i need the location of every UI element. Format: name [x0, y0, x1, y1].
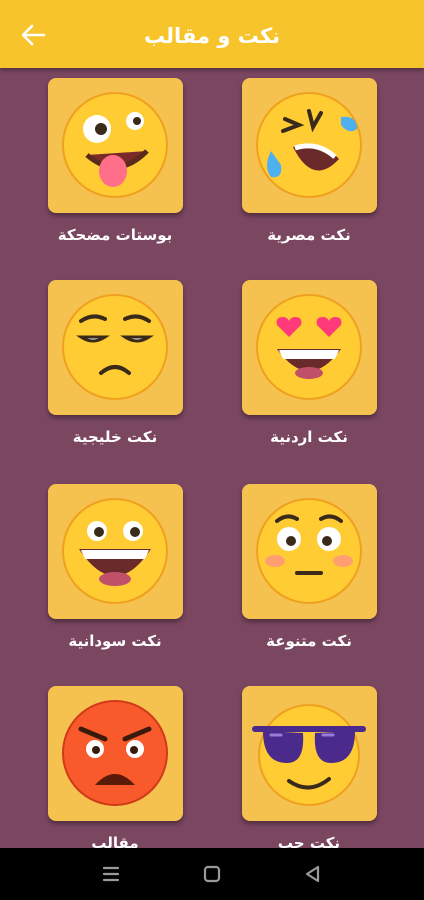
angry-face-icon: [62, 700, 168, 806]
category-card-gulf-jokes[interactable]: [48, 280, 183, 415]
category-card-jordanian-jokes[interactable]: [242, 280, 377, 415]
recent-apps-button[interactable]: [96, 860, 126, 888]
category-card-love-jokes[interactable]: [242, 686, 377, 821]
sunglasses-face-icon: [252, 704, 366, 806]
zany-face-icon: [62, 92, 168, 198]
flushed-face-icon: [256, 498, 362, 604]
app-bar: نكت و مقالب: [0, 0, 424, 68]
unamused-face-icon: [62, 294, 168, 400]
menu-lines-icon: [102, 866, 120, 882]
category-label[interactable]: مقالب: [25, 834, 205, 848]
page-title: نكت و مقالب: [143, 24, 281, 48]
square-home-icon: [203, 865, 221, 883]
category-label[interactable]: بوستات مضحكة: [25, 226, 205, 244]
category-label[interactable]: نكت اردنية: [219, 428, 399, 446]
home-button[interactable]: [197, 860, 227, 888]
category-grid: بوستات مضحكة نكت مصرية نكت خليجية نكت ار…: [0, 68, 424, 848]
category-label[interactable]: نكت خليجية: [25, 428, 205, 446]
heart-eyes-face-icon: [256, 294, 362, 400]
category-card-funny-posts[interactable]: [48, 78, 183, 213]
rolling-laughing-face-icon: [256, 92, 362, 198]
category-card-various-jokes[interactable]: [242, 484, 377, 619]
category-card-sudanese-jokes[interactable]: [48, 484, 183, 619]
category-label[interactable]: نكت متنوعة: [219, 632, 399, 650]
category-card-pranks[interactable]: [48, 686, 183, 821]
triangle-back-icon: [305, 865, 320, 883]
category-card-egyptian-jokes[interactable]: [242, 78, 377, 213]
category-label[interactable]: نكت سودانية: [25, 632, 205, 650]
category-label[interactable]: نكت مصرية: [219, 226, 399, 244]
grinning-face-icon: [62, 498, 168, 604]
system-back-button[interactable]: [298, 860, 328, 888]
category-label[interactable]: نكت حب: [219, 834, 399, 848]
system-navigation-bar: [0, 848, 424, 900]
